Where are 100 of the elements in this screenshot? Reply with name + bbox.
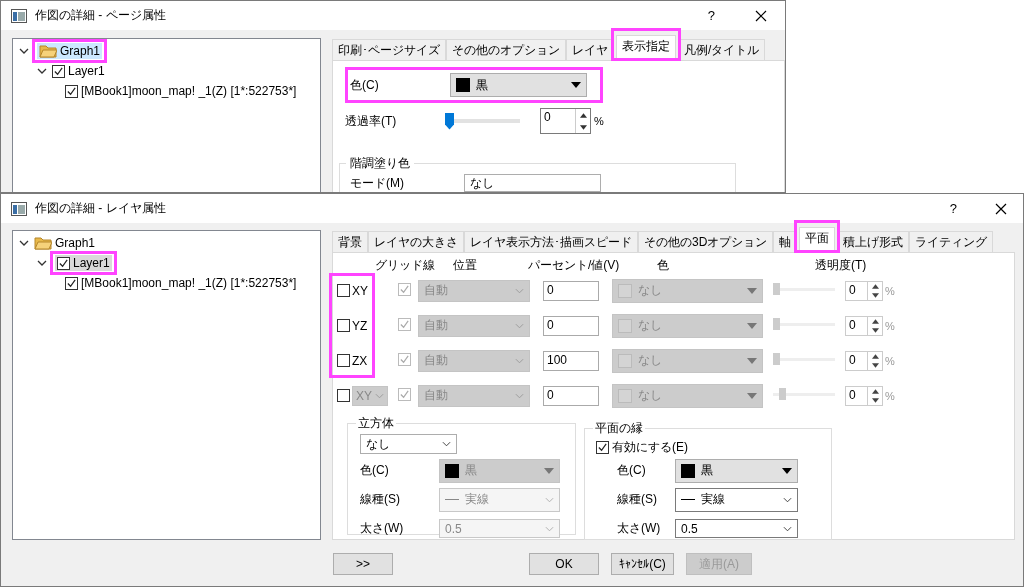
tab[interactable]: レイヤ bbox=[566, 39, 614, 60]
width-dropdown[interactable]: 0.5 bbox=[675, 519, 798, 538]
color-dropdown[interactable]: 黒 bbox=[675, 458, 798, 483]
checkbox[interactable] bbox=[337, 319, 350, 332]
line-style-dropdown[interactable]: 実線 bbox=[675, 487, 798, 512]
tab[interactable]: 背景 bbox=[332, 231, 368, 252]
window-title: 作図の詳細 - レイヤ属性 bbox=[35, 200, 167, 217]
ok-button[interactable]: OK bbox=[529, 553, 599, 575]
tab[interactable]: レイヤの大きさ bbox=[368, 231, 464, 252]
checkbox[interactable] bbox=[398, 388, 411, 401]
checkbox[interactable] bbox=[337, 284, 350, 297]
tree-item[interactable]: Graph1 bbox=[37, 43, 103, 59]
window-title: 作図の詳細 - ページ属性 bbox=[35, 7, 167, 24]
tab[interactable]: その他のオプション bbox=[446, 39, 566, 60]
tree-item[interactable]: Layer1 bbox=[50, 63, 107, 79]
down-arrow-icon[interactable] bbox=[871, 397, 879, 403]
checkbox-label: XY bbox=[352, 283, 368, 298]
tree-item[interactable]: Layer1 bbox=[55, 255, 112, 271]
chevron-icon bbox=[375, 392, 384, 399]
tab[interactable]: ライティング bbox=[909, 231, 994, 252]
chevron-icon bbox=[515, 322, 524, 329]
spin-field[interactable]: 0 bbox=[845, 350, 883, 371]
folder-icon bbox=[34, 236, 52, 250]
tree-item[interactable]: Graph1 bbox=[32, 235, 98, 251]
checkbox[interactable] bbox=[65, 84, 78, 98]
checkbox[interactable] bbox=[337, 354, 350, 367]
tab[interactable]: 凡例/タイトル bbox=[678, 39, 766, 60]
spin-field[interactable]: 0 bbox=[845, 280, 883, 301]
swatch-icon bbox=[456, 78, 470, 92]
down-arrow-icon[interactable] bbox=[871, 327, 879, 333]
folder-icon bbox=[39, 44, 57, 58]
slider-thumb[interactable] bbox=[773, 318, 780, 330]
up-arrow-icon[interactable] bbox=[871, 353, 879, 359]
dialog-button[interactable]: ｷｬﾝｾﾙ(C) bbox=[611, 553, 674, 575]
slider-thumb[interactable] bbox=[773, 283, 780, 295]
tab[interactable]: 平面 bbox=[799, 227, 836, 250]
checkbox[interactable] bbox=[57, 256, 70, 270]
slider-thumb[interactable] bbox=[773, 353, 780, 365]
line-sample-icon bbox=[445, 499, 459, 500]
checkbox[interactable] bbox=[337, 389, 350, 402]
swatch-icon bbox=[618, 318, 632, 333]
caret-icon bbox=[747, 392, 757, 399]
spin-field[interactable]: 0 bbox=[845, 385, 883, 406]
chevron-icon[interactable] bbox=[19, 48, 29, 54]
color-dropdown[interactable]: 黒 bbox=[450, 73, 587, 97]
tree-item[interactable]: [MBook1]moon_map! _1(Z) [1*:522753*] bbox=[63, 275, 299, 291]
checkbox[interactable] bbox=[398, 283, 411, 296]
chevron-icon bbox=[442, 441, 451, 447]
window-icon bbox=[11, 8, 27, 23]
checkbox[interactable] bbox=[596, 441, 609, 454]
up-arrow-icon[interactable] bbox=[871, 283, 879, 289]
chevron-icon[interactable] bbox=[37, 68, 47, 74]
input-field[interactable]: 0 bbox=[543, 315, 599, 336]
chevron-icon[interactable] bbox=[37, 260, 47, 266]
column-header: 色 bbox=[657, 257, 669, 274]
tab[interactable]: その他の3Dオプション bbox=[638, 231, 774, 252]
spin-field[interactable]: 0 bbox=[845, 315, 883, 336]
checkbox[interactable] bbox=[398, 318, 411, 331]
line-sample-icon bbox=[681, 499, 695, 500]
up-arrow-icon[interactable] bbox=[871, 388, 879, 394]
field-label: モード(M) bbox=[350, 174, 405, 192]
caret-icon bbox=[544, 467, 554, 474]
checkbox[interactable] bbox=[52, 64, 65, 78]
tree-item[interactable]: [MBook1]moon_map! _1(Z) [1*:522753*] bbox=[63, 83, 299, 99]
input-field[interactable]: 0 bbox=[543, 385, 599, 406]
column-header: 位置 bbox=[453, 257, 477, 274]
column-header: パーセント/値(V) bbox=[528, 257, 620, 274]
expand-button[interactable]: >> bbox=[333, 553, 393, 575]
dropdown[interactable]: なし bbox=[464, 174, 601, 192]
checkbox[interactable] bbox=[398, 353, 411, 366]
checkbox[interactable] bbox=[65, 276, 78, 290]
checkbox-label: ZX bbox=[352, 353, 368, 368]
tab[interactable]: レイヤ表示方法･描画スピード bbox=[464, 231, 638, 252]
tree-item-label: Layer1 bbox=[73, 256, 110, 270]
unit-label: % bbox=[594, 115, 604, 127]
swatch-icon bbox=[618, 353, 632, 368]
help-button[interactable]: ? bbox=[707, 8, 715, 23]
field-label: 色(C) bbox=[616, 462, 647, 479]
tab[interactable]: 積上げ形式 bbox=[837, 231, 910, 252]
swatch-icon bbox=[618, 283, 632, 298]
down-arrow-icon[interactable] bbox=[871, 292, 879, 298]
column-header: 透明度(T) bbox=[815, 257, 867, 274]
slider-thumb[interactable] bbox=[779, 388, 787, 400]
close-icon[interactable] bbox=[755, 9, 767, 22]
tab[interactable]: 表示指定 bbox=[616, 35, 676, 58]
help-button[interactable]: ? bbox=[949, 201, 957, 216]
down-arrow-icon[interactable] bbox=[871, 362, 879, 368]
caret-icon bbox=[747, 357, 757, 364]
chevron-icon[interactable] bbox=[19, 240, 29, 246]
field-label: 太さ(W) bbox=[360, 520, 405, 537]
close-icon[interactable] bbox=[995, 202, 1007, 215]
spin-field[interactable]: 0 bbox=[540, 108, 591, 134]
up-arrow-icon[interactable] bbox=[579, 112, 587, 118]
down-arrow-icon[interactable] bbox=[579, 124, 587, 130]
input-field[interactable]: 100 bbox=[543, 350, 599, 371]
input-field[interactable]: 0 bbox=[543, 280, 599, 301]
up-arrow-icon[interactable] bbox=[871, 318, 879, 324]
slider-thumb[interactable] bbox=[445, 112, 454, 130]
tree-item-label: Graph1 bbox=[55, 236, 96, 250]
tab[interactable]: 印刷･ページサイズ bbox=[332, 39, 446, 60]
